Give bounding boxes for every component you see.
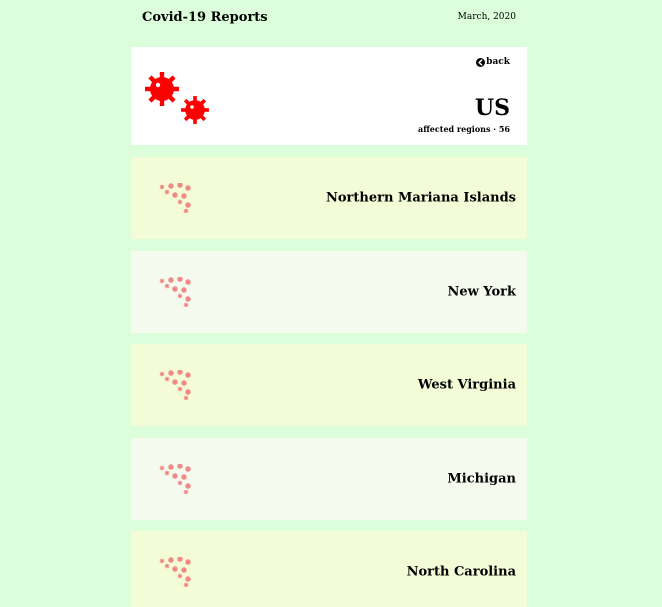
- virus-icon: [145, 72, 209, 124]
- region-list: Northern Mariana Islands New York West V…: [131, 157, 527, 607]
- country-card: back US affected regions · 56: [131, 47, 527, 145]
- regions-count: 56: [498, 124, 510, 134]
- region-name: Michigan: [447, 471, 516, 486]
- region-card[interactable]: Northern Mariana Islands: [131, 157, 527, 239]
- arrow-left-circle-icon: [476, 57, 486, 67]
- region-name: New York: [447, 284, 516, 299]
- region-card[interactable]: North Carolina: [131, 531, 527, 607]
- app-title: Covid-19 Reports: [142, 10, 268, 25]
- regions-label: affected regions: [418, 124, 491, 134]
- virus-cluster-icon: [158, 370, 194, 400]
- virus-cluster-icon: [158, 464, 194, 494]
- top-bar: Covid-19 Reports March, 2020: [131, 0, 527, 36]
- virus-cluster-icon: [158, 277, 194, 307]
- regions-separator: ·: [490, 124, 499, 134]
- virus-cluster-icon: [158, 183, 194, 213]
- region-card[interactable]: Michigan: [131, 437, 527, 520]
- region-name: West Virginia: [417, 377, 516, 393]
- virus-cluster-icon: [158, 557, 194, 587]
- country-name: US: [474, 95, 510, 121]
- back-label: back: [486, 57, 510, 67]
- region-card[interactable]: West Virginia: [131, 344, 527, 426]
- region-name: North Carolina: [406, 564, 516, 580]
- region-card[interactable]: New York: [131, 250, 527, 333]
- regions-info: affected regions · 56: [418, 124, 510, 134]
- app: Covid-19 Reports March, 2020 back US aff…: [0, 0, 662, 607]
- back-link[interactable]: back: [476, 57, 510, 67]
- region-name: Northern Mariana Islands: [325, 190, 516, 206]
- report-date: March, 2020: [457, 12, 516, 22]
